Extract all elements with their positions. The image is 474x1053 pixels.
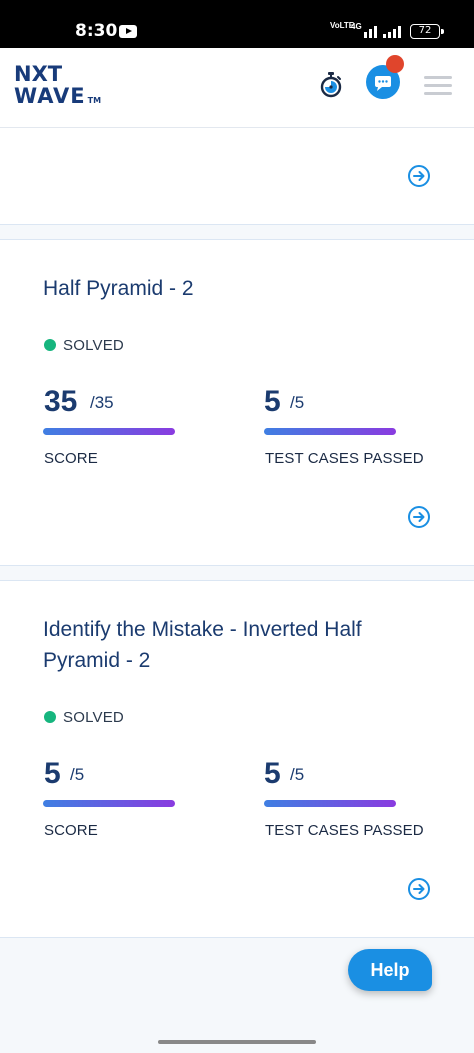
test-cases-label: TEST CASES PASSED <box>265 822 424 839</box>
logo-tm: TM <box>87 96 102 105</box>
youtube-notification-icon <box>119 25 137 38</box>
score-value: 5 <box>44 757 61 790</box>
status-label: SOLVED <box>63 337 124 354</box>
score-label: SCORE <box>44 450 98 467</box>
stopwatch-icon[interactable] <box>319 72 343 98</box>
score-progress-bar <box>43 428 175 435</box>
nxtwave-logo[interactable]: NXT WAVE TM <box>14 63 101 112</box>
problem-card[interactable]: Half Pyramid - 2 SOLVED 35 /35 SCORE 5 /… <box>0 239 474 566</box>
score-total: /5 <box>70 765 85 784</box>
problem-title[interactable]: Half Pyramid - 2 <box>43 273 423 304</box>
problem-card-partial <box>0 128 474 225</box>
test-cases-value: 5 <box>264 385 281 418</box>
problem-title[interactable]: Identify the Mistake - Inverted Half Pyr… <box>43 614 423 676</box>
battery-icon: 72 <box>410 24 444 39</box>
menu-icon[interactable] <box>424 76 452 96</box>
arrow-right-circle-icon[interactable] <box>407 877 431 901</box>
test-cases-total: /5 <box>290 393 305 412</box>
score-total: /35 <box>90 393 114 412</box>
test-cases-value: 5 <box>264 757 281 790</box>
test-cases-label: TEST CASES PASSED <box>265 450 424 467</box>
logo-line1: NXT <box>14 62 63 86</box>
status-label: SOLVED <box>63 709 124 726</box>
score-value: 35 <box>44 385 78 418</box>
help-button[interactable]: Help <box>348 949 432 991</box>
arrow-right-circle-icon[interactable] <box>407 505 431 529</box>
arrow-right-circle-icon[interactable] <box>407 164 431 188</box>
logo-wave-text: WAVE <box>14 84 86 108</box>
status-time: 8:30 <box>75 21 118 41</box>
test-cases-progress-bar <box>264 428 396 435</box>
logo-line2: WAVE TM <box>14 85 101 112</box>
test-cases-progress-bar <box>264 800 396 807</box>
test-cases-total: /5 <box>290 765 305 784</box>
solved-status-dot <box>44 711 56 723</box>
solved-status-dot <box>44 339 56 351</box>
gesture-nav-bar[interactable] <box>158 1040 316 1044</box>
problem-card[interactable]: Identify the Mistake - Inverted Half Pyr… <box>0 580 474 938</box>
app-header: NXT WAVE TM <box>0 48 474 128</box>
score-label: SCORE <box>44 822 98 839</box>
score-progress-bar <box>43 800 175 807</box>
notification-badge <box>386 55 404 73</box>
network-type: 4G <box>351 22 362 31</box>
status-bar: 8:30 VoLTE 4G 72 <box>0 0 474 48</box>
